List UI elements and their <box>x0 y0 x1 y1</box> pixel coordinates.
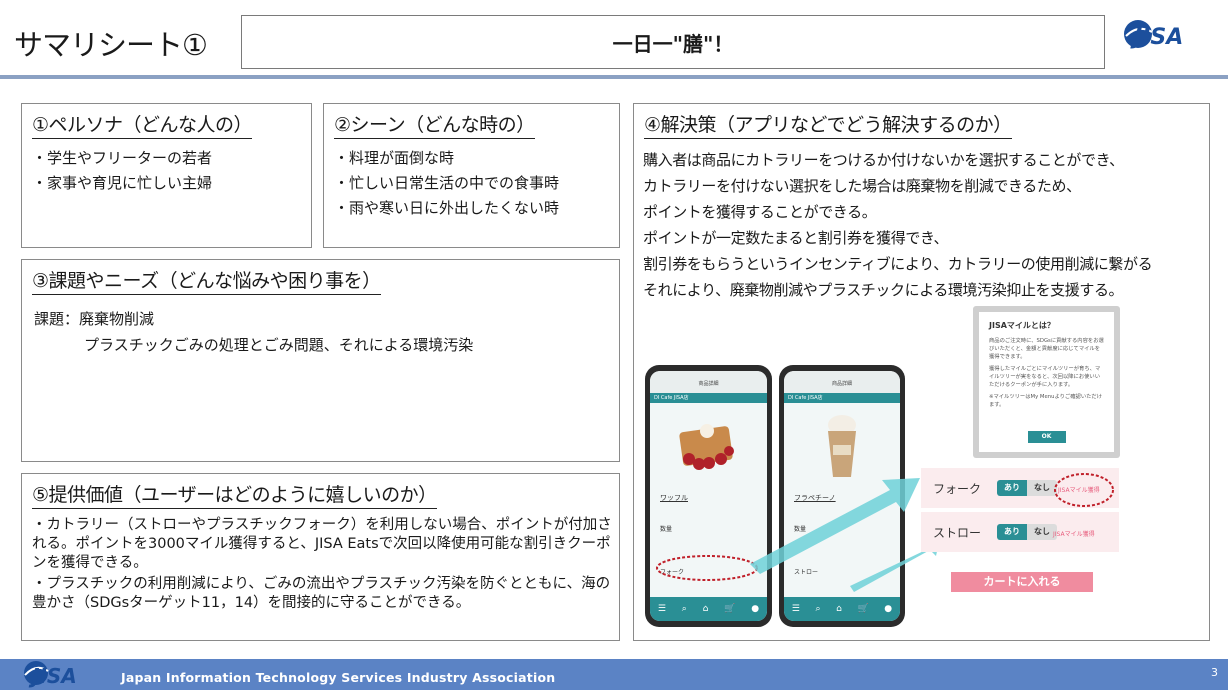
bottom-nav: ☰ ⌕ ⌂ 🛒 ● <box>784 597 900 621</box>
header-divider <box>0 75 1228 79</box>
persona-list: 学生やフリーターの若者 家事や育児に忙しい主婦 <box>32 146 212 196</box>
slide-title-box: 一日一"膳"！ <box>241 15 1105 69</box>
fork-label: フォーク <box>933 481 982 496</box>
dialog-ok-button[interactable]: OK <box>1027 431 1066 443</box>
value-text: ・カトラリー（ストローやプラスチックフォーク）を利用しない場合、ポイントが付加さ… <box>32 516 612 615</box>
solution-title: ④解決策（アプリなどでどう解決するのか） <box>644 110 1012 139</box>
jisa-logo-icon: JISA <box>1124 20 1183 50</box>
user-icon[interactable]: ● <box>884 604 892 614</box>
fork-mile-highlight <box>1054 473 1114 507</box>
footer-bar: Japan Information Technology Services In… <box>0 659 1228 690</box>
svg-text:JISA: JISA <box>28 664 77 688</box>
issue-line-2: プラスチックごみの処理とごみ問題、それによる環境汚染 <box>84 336 474 354</box>
page-number: 3 <box>1211 666 1218 679</box>
list-item: 料理が面倒な時 <box>334 146 559 171</box>
waffle-image-icon <box>679 424 734 470</box>
issue-line-1: 課題：廃棄物削減 <box>34 310 155 328</box>
user-icon[interactable]: ● <box>751 604 759 614</box>
solution-line: 購入者は商品にカトラリーをつけるか付けないかを選択することができ、 <box>643 151 1124 169</box>
add-to-cart-button[interactable]: カートに入れる <box>951 572 1093 592</box>
value-panel: ⑤提供価値（ユーザーはどのように嬉しいのか） ・カトラリー（ストローやプラスチッ… <box>21 473 620 641</box>
menu-icon[interactable]: ☰ <box>792 604 800 614</box>
dialog-body-2: 獲得したマイルごとにマイルツリーが育ち、マイルツリーが実をなると、次回以降にお使… <box>989 366 1101 388</box>
search-icon[interactable]: ⌕ <box>682 604 687 614</box>
fork-toggle[interactable]: あり なし <box>997 480 1057 496</box>
issues-title: ③課題やニーズ（どんな悩みや困り事を） <box>32 266 381 295</box>
solution-line: 割引券をもらうというインセンティブにより、カトラリーの使用削減に繋がる <box>643 255 1153 273</box>
solution-line: ポイントが一定数たまると割引券を獲得でき、 <box>643 229 949 247</box>
list-item: 忙しい日常生活の中での食事時 <box>334 171 559 196</box>
cart-icon[interactable]: 🛒 <box>857 604 868 614</box>
straw-mile-badge: JISAマイル獲得 <box>1053 531 1095 538</box>
scene-title: ②シーン（どんな時の） <box>334 110 535 139</box>
search-icon[interactable]: ⌕ <box>815 604 820 614</box>
jisa-mile-dialog: JISAマイルとは？ 商品のご注文時に、SDGsに貢献する内容をお選びいただくと… <box>973 306 1120 458</box>
solution-line: カトラリーを付けない選択をした場合は廃棄物を削減できるため、 <box>643 177 1081 195</box>
app-header: 商品詳細 <box>784 371 900 393</box>
home-icon[interactable]: ⌂ <box>703 604 709 614</box>
straw-toggle[interactable]: あり なし <box>997 524 1057 540</box>
value-paragraph-2: ・プラスチックの利用削減により、ごみの流出やプラスチック汚染を防ぐとともに、海の… <box>32 576 611 611</box>
shop-name: DI Cafe JISA店 <box>784 393 900 403</box>
dialog-body-3: ※マイルツリーはMy Menuよりご確認いただけます。 <box>989 394 1103 408</box>
list-item: 学生やフリーターの若者 <box>32 146 212 171</box>
cart-icon[interactable]: 🛒 <box>724 604 735 614</box>
list-item: 雨や寒い日に外出したくない時 <box>334 196 559 221</box>
fork-yes-button[interactable]: あり <box>997 480 1027 496</box>
scene-panel: ②シーン（どんな時の） 料理が面倒な時 忙しい日常生活の中での食事時 雨や寒い日… <box>323 103 620 248</box>
jisa-footer-logo-icon: JISA <box>24 661 77 688</box>
svg-text:JISA: JISA <box>1130 25 1183 50</box>
straw-label: ストロー <box>933 525 982 540</box>
callout-arrows <box>750 478 940 592</box>
value-title: ⑤提供価値（ユーザーはどのように嬉しいのか） <box>32 480 437 509</box>
persona-panel: ①ペルソナ（どんな人の） 学生やフリーターの若者 家事や育児に忙しい主婦 <box>21 103 312 248</box>
list-item: 家事や育児に忙しい主婦 <box>32 171 212 196</box>
slide-heading: サマリシート① <box>14 28 208 62</box>
bottom-nav: ☰ ⌕ ⌂ 🛒 ● <box>650 597 767 621</box>
app-header: 商品詳細 <box>650 371 767 393</box>
solution-line: ポイントを獲得することができる。 <box>643 203 877 221</box>
shop-name: DI Cafe JISA店 <box>650 393 767 403</box>
persona-title: ①ペルソナ（どんな人の） <box>32 110 253 139</box>
issues-panel: ③課題やニーズ（どんな悩みや困り事を） 課題：廃棄物削減 プラスチックごみの処理… <box>21 259 620 462</box>
footer-text: Japan Information Technology Services In… <box>121 670 556 685</box>
product-name: ワッフル <box>660 494 688 502</box>
menu-icon[interactable]: ☰ <box>658 604 666 614</box>
scene-list: 料理が面倒な時 忙しい日常生活の中での食事時 雨や寒い日に外出したくない時 <box>334 146 559 221</box>
straw-yes-button[interactable]: あり <box>997 524 1027 540</box>
solution-line: それにより、廃棄物削減やプラスチックによる環境汚染抑止を支援する。 <box>643 281 1124 299</box>
solution-text: 購入者は商品にカトラリーをつけるか付けないかを選択することができ、 カトラリーを… <box>643 148 1203 304</box>
dialog-title: JISAマイルとは？ <box>989 321 1055 330</box>
slide-title: 一日一"膳"！ <box>612 31 734 56</box>
home-icon[interactable]: ⌂ <box>836 604 842 614</box>
value-paragraph-1: ・カトラリー（ストローやプラスチックフォーク）を利用しない場合、ポイントが付加さ… <box>32 517 612 571</box>
qty-label: 数量 <box>660 526 673 533</box>
dialog-body-1: 商品のご注文時に、SDGsに貢献する内容をお選びいただくと、金額と貢献度に応じて… <box>989 338 1104 360</box>
